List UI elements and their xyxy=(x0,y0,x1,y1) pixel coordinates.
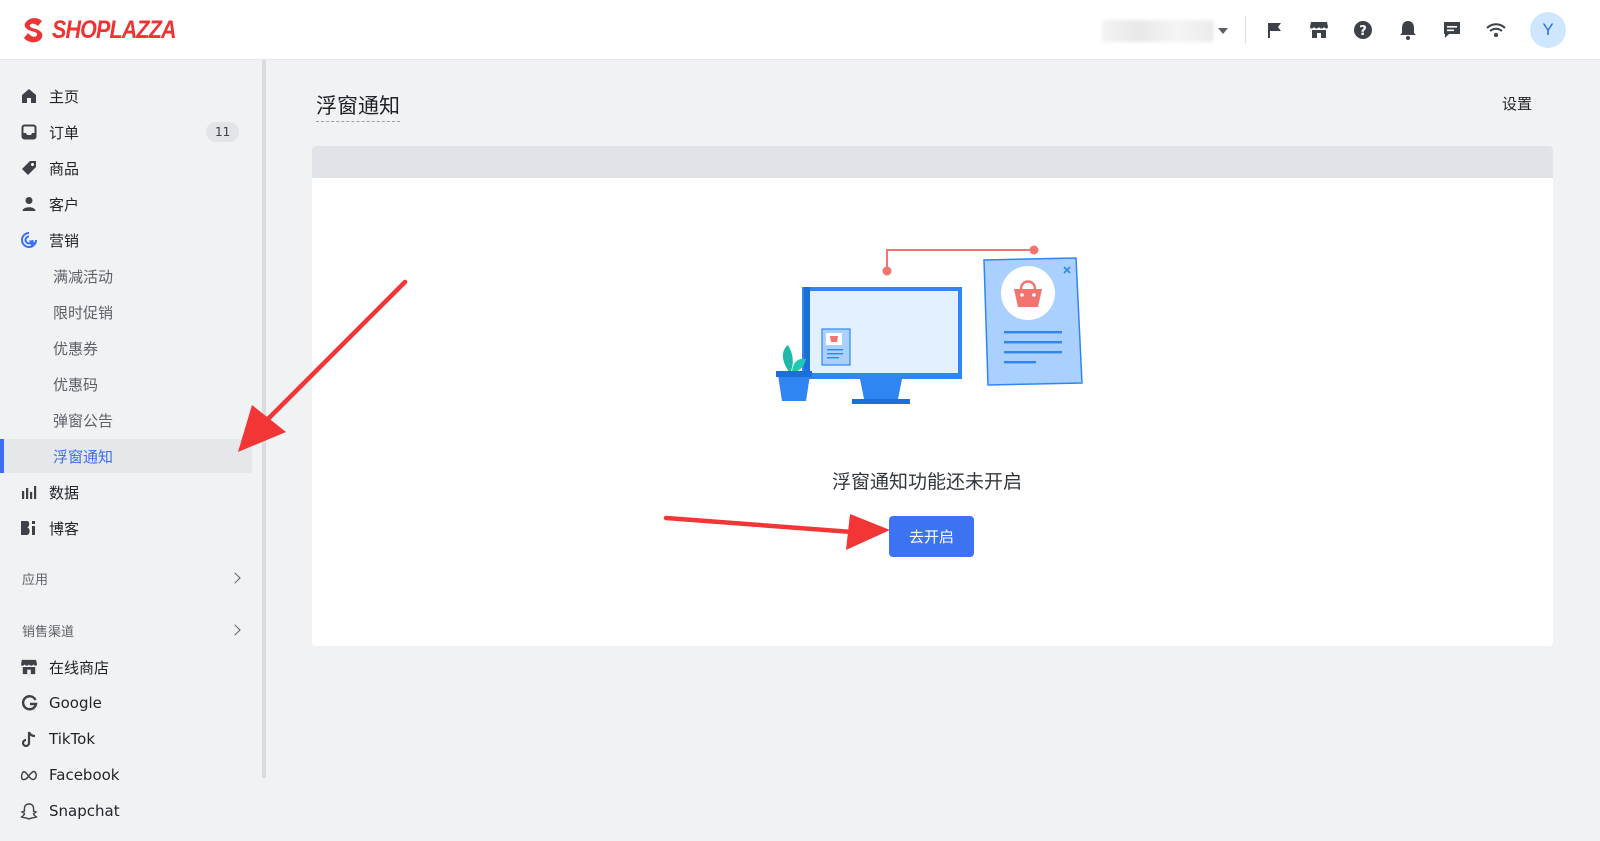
sidebar-subitem-label: 限时促销 xyxy=(53,303,114,322)
sidebar-item-google[interactable]: Google xyxy=(0,685,252,721)
enable-button[interactable]: 去开启 xyxy=(889,516,974,557)
chart-icon xyxy=(20,483,38,501)
chevron-right-icon xyxy=(229,624,241,636)
sidebar-subitem-label: 满减活动 xyxy=(53,267,114,286)
sidebar-subitem-flash-sale[interactable]: 限时促销 xyxy=(0,295,252,329)
sidebar-subitem-label: 优惠码 xyxy=(53,375,99,394)
store-icon xyxy=(20,658,38,676)
order-count-badge: 11 xyxy=(206,122,240,142)
sidebar-item-label: TikTok xyxy=(49,730,96,748)
wifi-icon[interactable] xyxy=(1484,18,1508,42)
marketing-icon xyxy=(20,231,38,249)
sidebar-item-label: 客户 xyxy=(49,195,80,214)
sidebar-item-label: Facebook xyxy=(49,766,120,784)
person-icon xyxy=(20,195,38,213)
sidebar-subitem-discount-codes[interactable]: 优惠码 xyxy=(0,367,252,401)
active-indicator xyxy=(0,439,4,473)
svg-text:?: ? xyxy=(1359,24,1367,39)
sidebar-item-home[interactable]: 主页 xyxy=(0,78,252,114)
brand-name: SHOPLAZZA xyxy=(52,15,177,44)
sidebar-subitem-full-reduction[interactable]: 满减活动 xyxy=(0,259,252,293)
avatar[interactable]: Y xyxy=(1530,12,1566,48)
page-title: 浮窗通知 xyxy=(316,90,400,122)
sidebar-item-label: 营销 xyxy=(49,231,80,250)
divider xyxy=(1245,16,1246,44)
empty-state-illustration xyxy=(776,245,1083,404)
sidebar-section-apps[interactable]: 应用 xyxy=(0,564,252,592)
shoplazza-logo[interactable]: SHOPLAZZA xyxy=(22,14,196,46)
inbox-icon xyxy=(20,123,38,141)
sidebar-item-marketing[interactable]: 营销 xyxy=(0,222,252,258)
tag-icon xyxy=(20,159,38,177)
sidebar-item-blog[interactable]: 博客 xyxy=(0,510,252,546)
help-icon[interactable]: ? xyxy=(1351,18,1375,42)
sidebar-item-analytics[interactable]: 数据 xyxy=(0,474,252,510)
snapchat-icon xyxy=(20,802,38,820)
meta-icon xyxy=(20,766,38,784)
settings-link[interactable]: 设置 xyxy=(1502,93,1532,114)
google-icon xyxy=(20,694,38,712)
sidebar-item-label: 在线商店 xyxy=(49,658,110,677)
empty-state-message: 浮窗通知功能还未开启 xyxy=(832,471,1023,493)
store-selector[interactable] xyxy=(1102,18,1228,44)
sidebar-item-snapchat[interactable]: Snapchat xyxy=(0,793,252,829)
chat-icon[interactable] xyxy=(1440,18,1464,42)
home-icon xyxy=(20,87,38,105)
sidebar: 主页 订单 11 商品 客户 营销 满减活动 限时促销 优惠券 优惠码 弹窗公告… xyxy=(0,60,262,841)
tiktok-icon xyxy=(20,730,38,748)
sidebar-item-online-store[interactable]: 在线商店 xyxy=(0,649,252,685)
chevron-right-icon xyxy=(229,572,241,584)
sidebar-item-label: Google xyxy=(49,694,102,712)
sidebar-item-label: 商品 xyxy=(49,159,80,178)
sidebar-item-label: 订单 xyxy=(49,123,80,142)
blog-icon xyxy=(20,519,38,537)
sidebar-scrollbar[interactable] xyxy=(262,60,266,778)
store-name-redacted xyxy=(1102,20,1214,42)
chevron-down-icon xyxy=(1218,28,1228,34)
bell-icon[interactable] xyxy=(1396,18,1420,42)
sidebar-subitem-floating-notification[interactable]: 浮窗通知 xyxy=(0,439,252,473)
sidebar-item-customers[interactable]: 客户 xyxy=(0,186,252,222)
sidebar-item-products[interactable]: 商品 xyxy=(0,150,252,186)
card-header xyxy=(312,146,1553,178)
flag-icon[interactable] xyxy=(1263,18,1287,42)
section-label: 销售渠道 xyxy=(22,624,75,640)
sidebar-item-facebook[interactable]: Facebook xyxy=(0,757,252,793)
shoplazza-logo-icon xyxy=(24,18,43,43)
sidebar-subitem-label: 浮窗通知 xyxy=(53,447,114,466)
sidebar-subitem-label: 优惠券 xyxy=(53,339,99,358)
sidebar-item-tiktok[interactable]: TikTok xyxy=(0,721,252,757)
store-icon[interactable] xyxy=(1307,18,1331,42)
sidebar-item-label: 博客 xyxy=(49,519,80,538)
sidebar-item-label: 数据 xyxy=(49,483,80,502)
top-bar: SHOPLAZZA ? Y xyxy=(0,0,1600,60)
sidebar-item-orders[interactable]: 订单 11 xyxy=(0,114,252,150)
sidebar-item-label: 主页 xyxy=(49,87,80,106)
sidebar-item-label: Snapchat xyxy=(49,802,120,820)
sidebar-section-channels[interactable]: 销售渠道 xyxy=(0,616,252,644)
section-label: 应用 xyxy=(22,572,49,588)
sidebar-subitem-popup-announcement[interactable]: 弹窗公告 xyxy=(0,403,252,437)
sidebar-subitem-label: 弹窗公告 xyxy=(53,411,114,430)
sidebar-subitem-coupons[interactable]: 优惠券 xyxy=(0,331,252,365)
